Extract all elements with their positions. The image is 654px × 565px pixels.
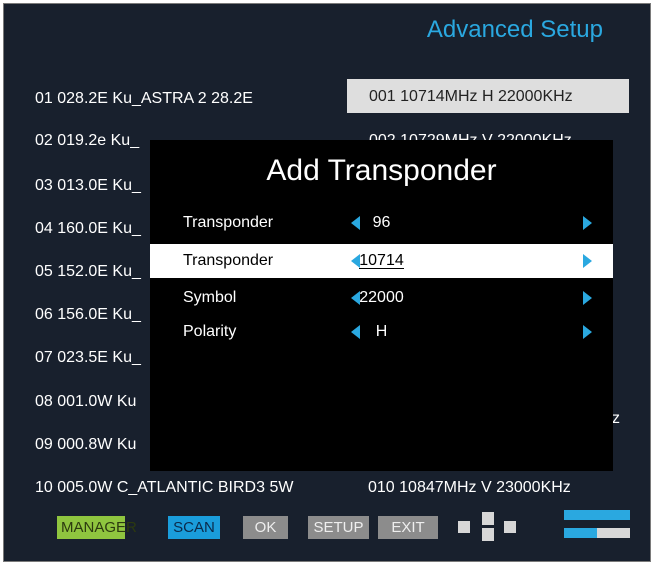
right-arrow-icon[interactable] (583, 291, 592, 305)
transponder-index-row[interactable]: Transponder 96 (150, 206, 613, 240)
ok-button[interactable]: OK (243, 516, 288, 539)
right-arrow-icon[interactable] (583, 325, 592, 339)
scan-button[interactable]: SCAN (168, 516, 220, 539)
row-value: 96 (372, 214, 391, 231)
nav-pad-icon (458, 512, 518, 542)
manager-button[interactable]: MANAGER (57, 516, 137, 539)
satellite-item[interactable]: 07 023.5E Ku_ (35, 349, 141, 367)
screen: Advanced Setup 01 028.2E Ku_ASTRA 2 28.2… (3, 3, 651, 562)
add-transponder-dialog: Add Transponder Transponder 96 Transpond… (150, 140, 613, 471)
dialog-title: Add Transponder (266, 154, 497, 187)
satellite-item[interactable]: 05 152.0E Ku_ (35, 263, 141, 281)
satellite-item[interactable]: 03 013.0E Ku_ (35, 177, 141, 195)
setup-button[interactable]: SETUP (308, 516, 369, 539)
satellite-item[interactable]: 08 001.0W Ku (35, 393, 136, 411)
transponder-item[interactable]: z (612, 410, 620, 428)
transponder-frequency-row[interactable]: Transponder 10714 (150, 244, 613, 278)
satellite-item[interactable]: 02 019.2e Ku_ (35, 132, 139, 150)
satellite-item[interactable]: 06 156.0E Ku_ (35, 306, 141, 324)
satellite-item[interactable]: 04 160.0E Ku_ (35, 220, 141, 238)
frequency-input[interactable]: 10714 (150, 252, 613, 270)
transponder-item-selected[interactable]: 001 10714MHz H 22000KHz (347, 79, 629, 113)
right-arrow-icon[interactable] (583, 254, 592, 268)
satellite-item[interactable]: 09 000.8W Ku (35, 436, 136, 454)
signal-bar-icon (564, 510, 630, 540)
right-arrow-icon[interactable] (583, 216, 592, 230)
row-value: 22000 (359, 289, 404, 306)
symbol-rate-row[interactable]: Symbol 22000 (150, 281, 613, 315)
satellite-item[interactable]: 01 028.2E Ku_ASTRA 2 28.2E (35, 90, 253, 108)
frequency-value: 10714 (359, 252, 404, 269)
polarity-row[interactable]: Polarity H (150, 315, 613, 349)
row-value: H (375, 323, 388, 340)
exit-button[interactable]: EXIT (378, 516, 438, 539)
transponder-item[interactable]: 010 10847MHz V 23000KHz (368, 479, 571, 497)
satellite-item[interactable]: 10 005.0W C_ATLANTIC BIRD3 5W (35, 479, 293, 497)
page-title: Advanced Setup (426, 16, 603, 43)
